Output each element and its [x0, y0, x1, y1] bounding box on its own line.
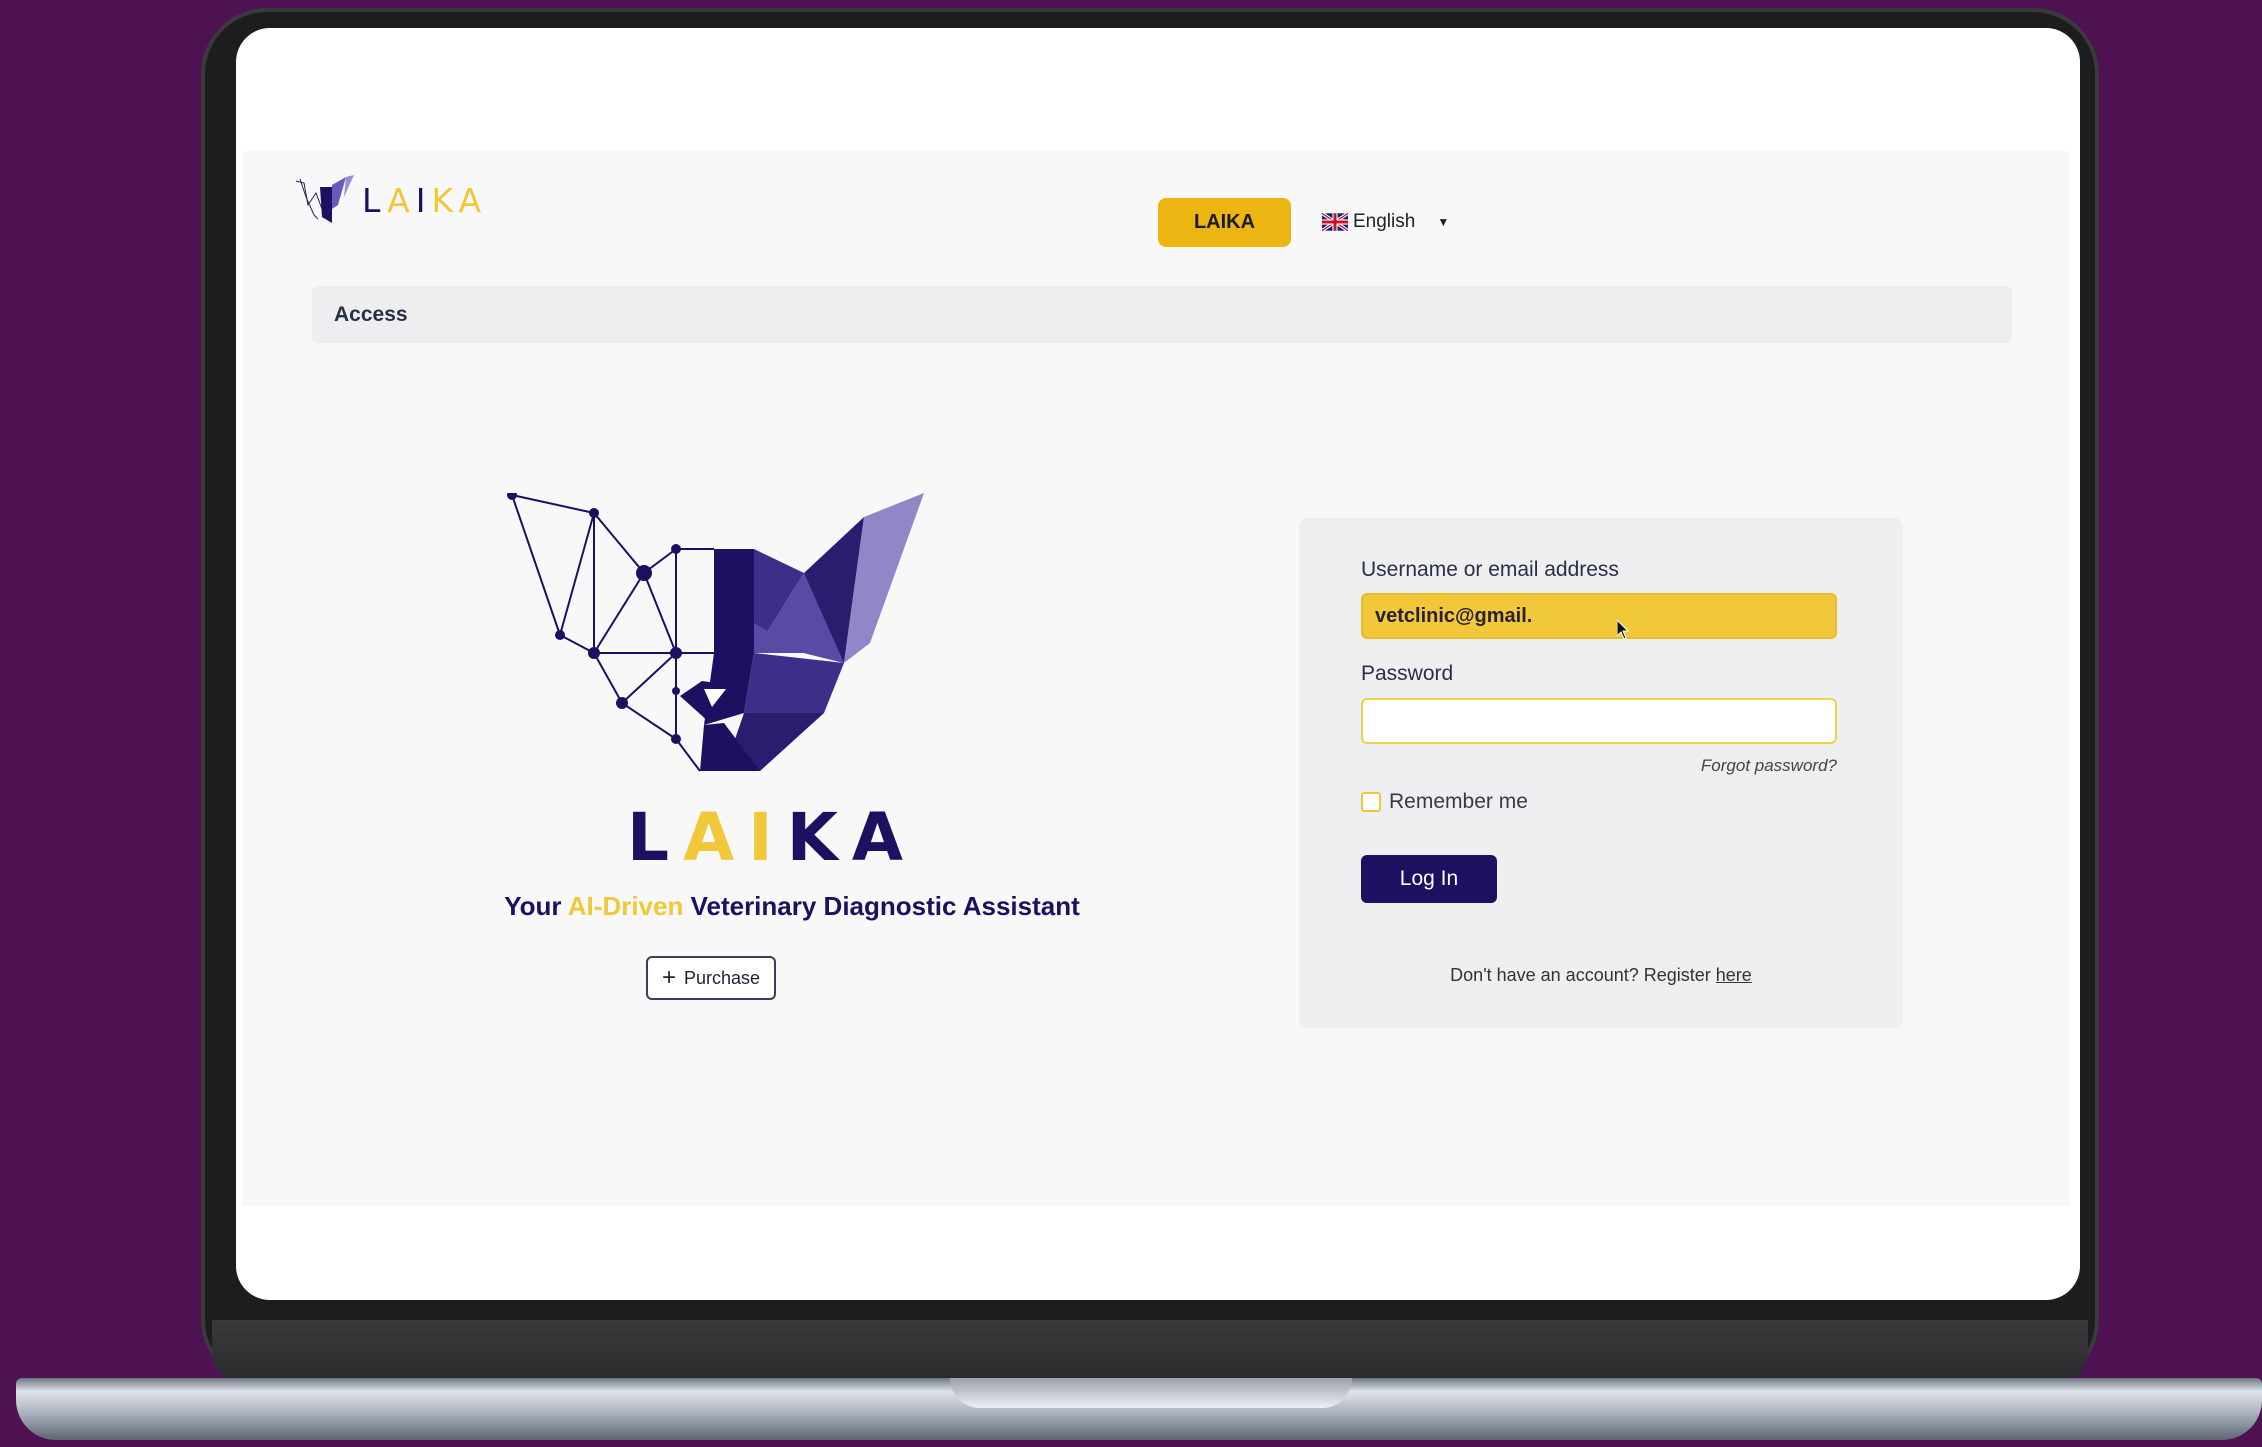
breadcrumb: Access [312, 286, 2012, 343]
header-logo[interactable]: LAIKA [294, 175, 494, 225]
laika-dog-logo-icon [507, 493, 924, 772]
tagline-prefix: Your [504, 891, 568, 921]
tagline-highlight: AI-Driven [567, 891, 684, 921]
username-input[interactable] [1361, 593, 1837, 639]
forgot-password-link[interactable]: Forgot password? [1361, 756, 1837, 776]
hero-tagline: Your AI-Driven Veterinary Diagnostic Ass… [392, 891, 1192, 922]
register-prompt: Don't have an account? Register here [1299, 965, 1903, 986]
tagline-suffix: Veterinary Diagnostic Assistant [683, 891, 1080, 921]
breadcrumb-label: Access [334, 302, 408, 326]
password-input[interactable] [1361, 698, 1837, 744]
laptop-hinge [212, 1320, 2088, 1382]
logo-wordmark: LAIKA [362, 180, 488, 220]
register-link[interactable]: here [1716, 965, 1752, 985]
language-selector[interactable]: English ▼ [1322, 211, 1449, 233]
laika-logo-icon [295, 175, 354, 223]
remember-me[interactable]: Remember me [1361, 790, 1528, 814]
register-text: Don't have an account? Register [1450, 965, 1716, 985]
username-label: Username or email address [1361, 558, 1619, 581]
login-button[interactable]: Log In [1361, 855, 1497, 903]
purchase-label: Purchase [683, 967, 761, 988]
mouse-pointer-icon [1617, 620, 1630, 640]
caret-down-icon: ▼ [1437, 215, 1450, 229]
language-label: English [1353, 211, 1416, 232]
laptop-notch [950, 1378, 1352, 1408]
hero-title: LAIKA [627, 799, 917, 876]
purchase-button[interactable]: + Purchase [646, 956, 776, 1000]
screen: LAIKA LAIKA English ▼ Access LAIKA Your … [236, 28, 2080, 1300]
laika-nav-button[interactable]: LAIKA [1158, 198, 1291, 247]
password-label: Password [1361, 662, 1454, 685]
app-window: LAIKA LAIKA English ▼ Access LAIKA Your … [242, 151, 2070, 1206]
login-card: Username or email address Password Forgo… [1299, 518, 1903, 1028]
plus-icon: + [661, 964, 676, 991]
uk-flag-icon [1322, 213, 1348, 231]
remember-label: Remember me [1389, 790, 1528, 813]
remember-checkbox[interactable] [1361, 792, 1381, 812]
